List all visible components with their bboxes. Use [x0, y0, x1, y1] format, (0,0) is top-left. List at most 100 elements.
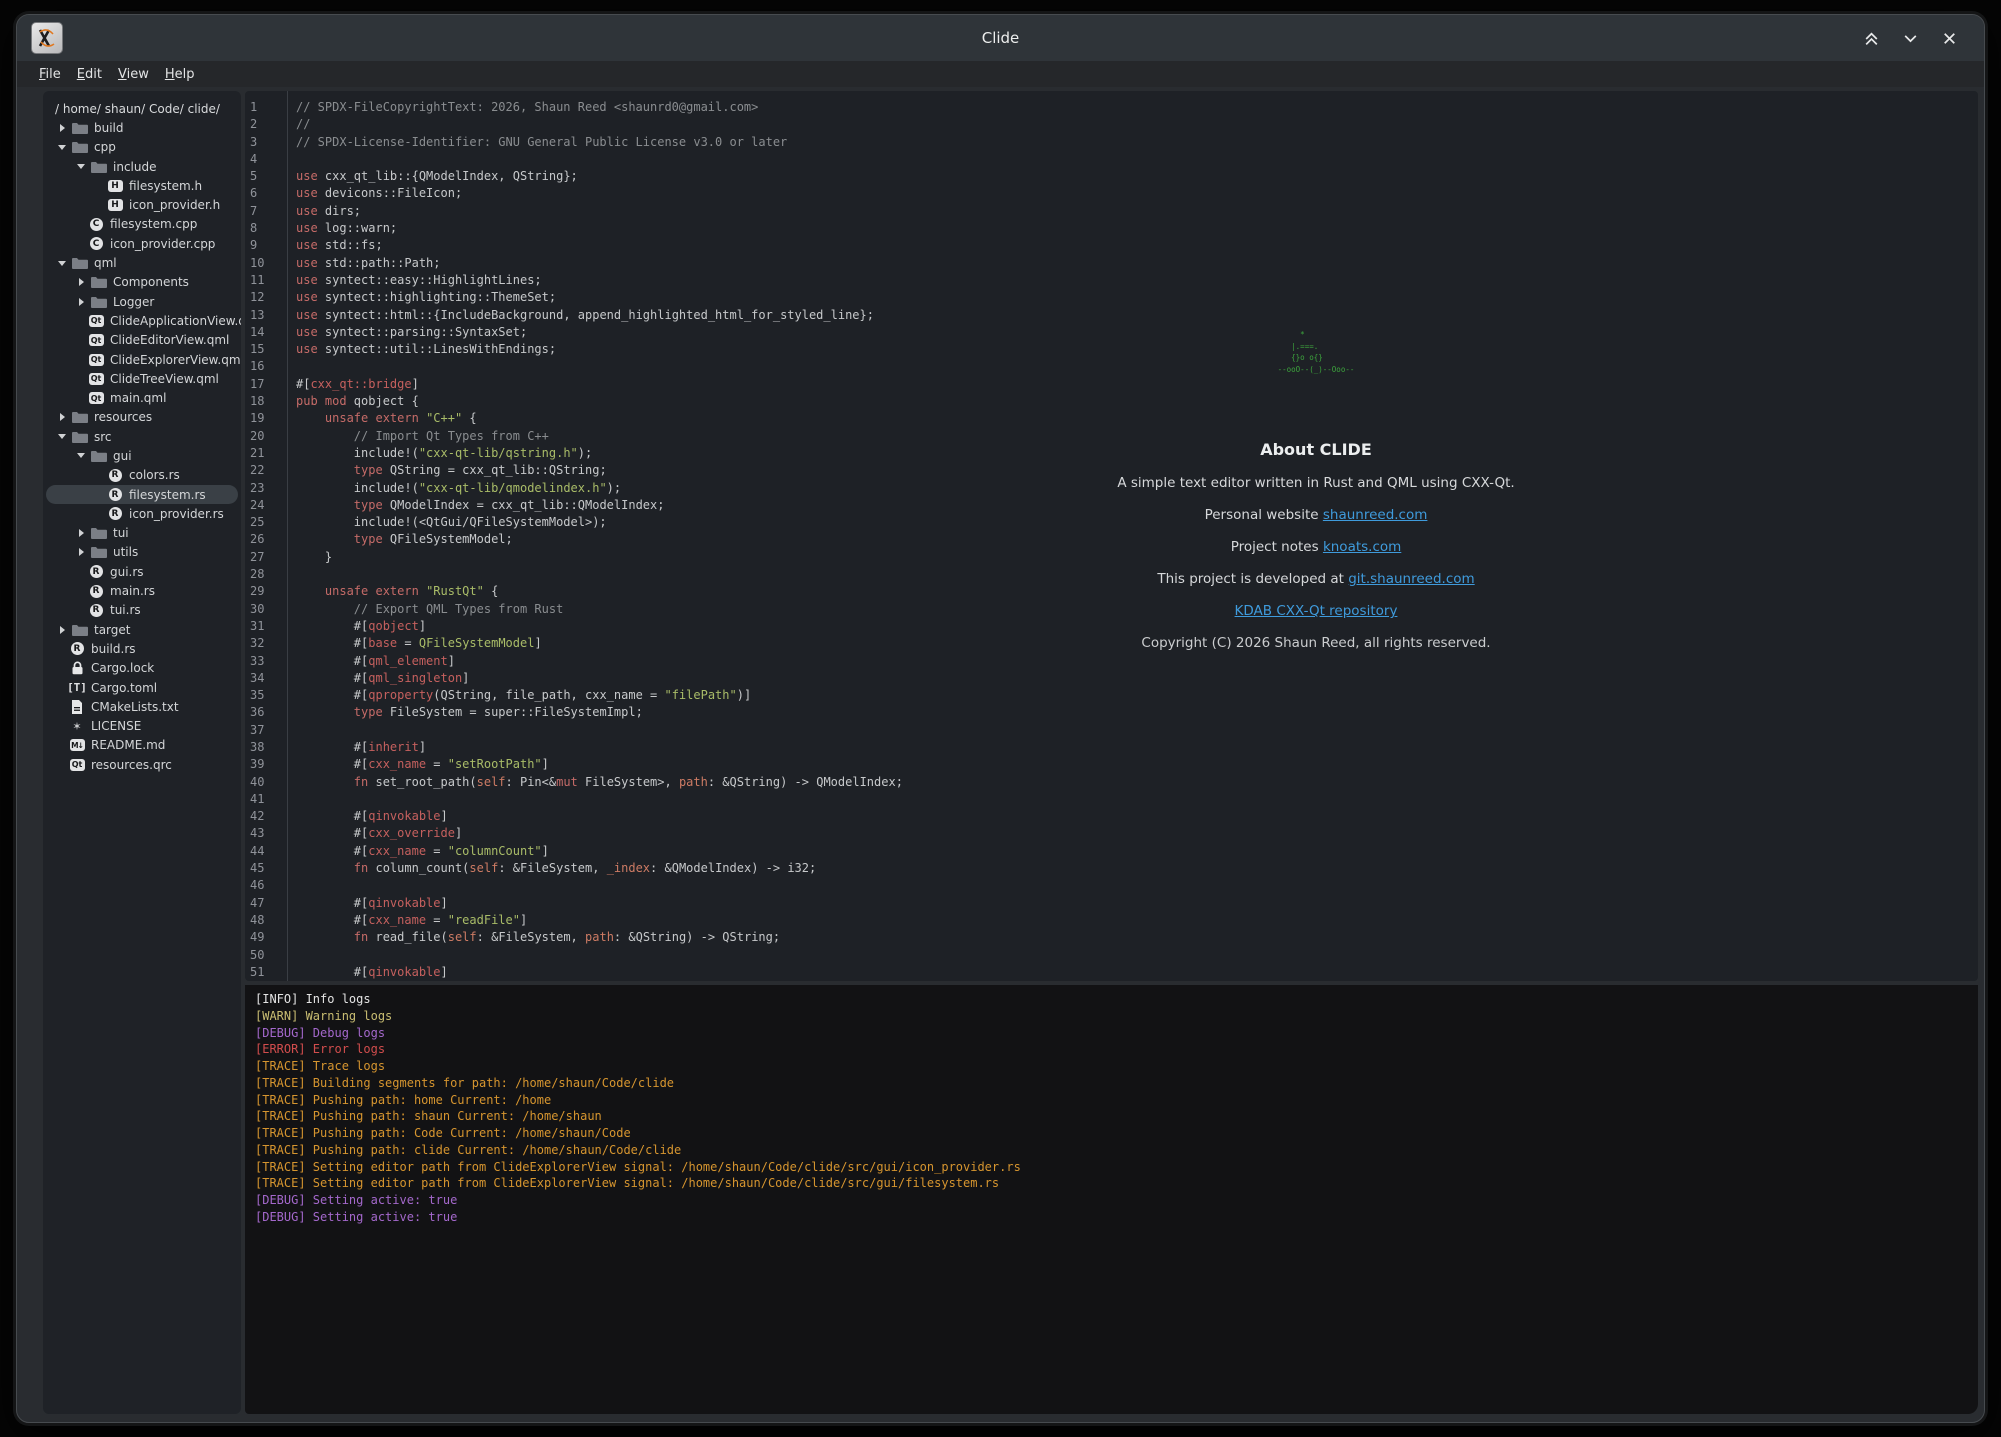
tree-item-filesystem.rs[interactable]: Rfilesystem.rs — [46, 485, 238, 504]
tree-item-utils[interactable]: utils — [46, 543, 238, 562]
tree-item-gui.rs[interactable]: Rgui.rs — [46, 562, 238, 581]
folder-icon — [72, 256, 88, 270]
code-line: #[cxx_name = "readFile"] — [296, 912, 1978, 929]
line-number: 46 — [245, 877, 287, 894]
line-number: 4 — [245, 151, 287, 168]
tree-item-ClideApplicationView.qml[interactable]: QtClideApplicationView.qml — [46, 311, 238, 330]
menu-item-file[interactable]: File — [31, 67, 69, 82]
tree-item-cpp[interactable]: cpp — [46, 138, 238, 157]
tree-item-ClideExplorerView.qml[interactable]: QtClideExplorerView.qml — [46, 350, 238, 369]
tree-item-resources[interactable]: resources — [46, 408, 238, 427]
chevron-down-icon[interactable] — [76, 451, 86, 461]
project-notes-link[interactable]: knoats.com — [1323, 539, 1401, 555]
tree-item-gui[interactable]: gui — [46, 446, 238, 465]
line-number: 50 — [245, 947, 287, 964]
code-line — [296, 151, 1978, 168]
code-line: // SPDX-License-Identifier: GNU General … — [296, 134, 1978, 151]
git-repo-link[interactable]: git.shaunreed.com — [1348, 571, 1474, 587]
tree-item-resources.qrc[interactable]: Qtresources.qrc — [46, 755, 238, 774]
line-number: 13 — [245, 307, 287, 324]
tree-item-Cargo.toml[interactable]: [T]Cargo.toml — [46, 678, 238, 697]
line-numbers: 1234567891011121314151617181920212223242… — [245, 91, 288, 981]
minimize-button[interactable] — [1898, 26, 1923, 51]
log-line: [DEBUG] Setting active: true — [255, 1209, 1968, 1226]
code-line: use log::warn; — [296, 220, 1978, 237]
tree-item-LICENSE[interactable]: ✶LICENSE — [46, 717, 238, 736]
chevron-right-icon[interactable] — [76, 277, 86, 287]
folder-icon — [91, 526, 107, 540]
tree-item-filesystem.h[interactable]: Hfilesystem.h — [46, 176, 238, 195]
chevron-down-icon[interactable] — [76, 162, 86, 172]
tree-item-Logger[interactable]: Logger — [46, 292, 238, 311]
tree-item-ClideEditorView.qml[interactable]: QtClideEditorView.qml — [46, 331, 238, 350]
tree-item-build[interactable]: build — [46, 118, 238, 137]
line-number: 15 — [245, 341, 287, 358]
close-button[interactable] — [1937, 26, 1962, 51]
tree-item-icon_provider.rs[interactable]: Ricon_provider.rs — [46, 504, 238, 523]
chevron-right-icon[interactable] — [57, 412, 67, 422]
tree-item-colors.rs[interactable]: Rcolors.rs — [46, 466, 238, 485]
tree-item-tui.rs[interactable]: Rtui.rs — [46, 601, 238, 620]
line-number: 1 — [245, 99, 287, 116]
menu-item-edit[interactable]: Edit — [69, 67, 110, 82]
chevron-right-icon[interactable] — [76, 547, 86, 557]
tree-item-README.md[interactable]: M↓README.md — [46, 736, 238, 755]
chevron-right-icon[interactable] — [57, 625, 67, 635]
tree-item-CMakeLists.txt[interactable]: CMakeLists.txt — [46, 697, 238, 716]
qt-file-icon: Qt — [88, 333, 104, 347]
code-line: #[cxx_name = "columnCount"] — [296, 843, 1978, 860]
menubar: FileEditViewHelp — [17, 61, 1984, 87]
tree-item-main.qml[interactable]: Qtmain.qml — [46, 388, 238, 407]
line-number: 26 — [245, 531, 287, 548]
line-number: 33 — [245, 653, 287, 670]
chevron-right-icon[interactable] — [76, 528, 86, 538]
shade-button[interactable] — [1859, 26, 1884, 51]
line-number: 36 — [245, 704, 287, 721]
tree-item-ClideTreeView.qml[interactable]: QtClideTreeView.qml — [46, 369, 238, 388]
code-line: fn read_file(self: &FileSystem, path: &Q… — [296, 929, 1978, 946]
tree-item-filesystem.cpp[interactable]: Cfilesystem.cpp — [46, 215, 238, 234]
tree-item-Components[interactable]: Components — [46, 273, 238, 292]
kdab-repo-link[interactable]: KDAB CXX-Qt repository — [1235, 603, 1398, 619]
rust-file-icon: R — [88, 584, 104, 598]
rust-file-icon: R — [88, 565, 104, 579]
line-number: 29 — [245, 583, 287, 600]
chevron-right-icon[interactable] — [57, 123, 67, 133]
chevron-right-icon[interactable] — [76, 297, 86, 307]
folder-icon — [91, 275, 107, 289]
license-star-icon: ✶ — [69, 719, 85, 733]
tree-item-tui[interactable]: tui — [46, 524, 238, 543]
editor-pane[interactable]: 1234567891011121314151617181920212223242… — [245, 91, 1978, 981]
tree-item-main.rs[interactable]: Rmain.rs — [46, 581, 238, 600]
code-line: #[qinvokable] — [296, 895, 1978, 912]
line-number: 43 — [245, 825, 287, 842]
line-number: 14 — [245, 324, 287, 341]
titlebar[interactable]: Clide — [17, 15, 1984, 61]
code-line: use syntect::highlighting::ThemeSet; — [296, 289, 1978, 306]
code-line: use syntect::easy::HighlightLines; — [296, 272, 1978, 289]
menu-item-view[interactable]: View — [110, 67, 157, 82]
tree-item-icon_provider.h[interactable]: Hicon_provider.h — [46, 195, 238, 214]
chevron-down-icon[interactable] — [57, 432, 67, 442]
personal-website-link[interactable]: shaunreed.com — [1323, 507, 1428, 523]
code-line: use dirs; — [296, 203, 1978, 220]
text-file-icon — [69, 700, 85, 714]
line-number: 45 — [245, 860, 287, 877]
log-line: [WARN] Warning logs — [255, 1008, 1968, 1025]
line-number: 32 — [245, 635, 287, 652]
menu-item-help[interactable]: Help — [157, 67, 203, 82]
tree-item-src[interactable]: src — [46, 427, 238, 446]
tree-item-Cargo.lock[interactable]: Cargo.lock — [46, 659, 238, 678]
tree-item-qml[interactable]: qml — [46, 253, 238, 272]
code-line: type FileSystem = super::FileSystemImpl; — [296, 704, 1978, 721]
code-line: fn column_count(self: &FileSystem, _inde… — [296, 860, 1978, 877]
tree-item-icon_provider.cpp[interactable]: Cicon_provider.cpp — [46, 234, 238, 253]
tree-item-build.rs[interactable]: Rbuild.rs — [46, 639, 238, 658]
line-number: 23 — [245, 480, 287, 497]
chevron-down-icon[interactable] — [57, 258, 67, 268]
tree-item-include[interactable]: include — [46, 157, 238, 176]
log-line: [TRACE] Setting editor path from ClideEx… — [255, 1159, 1968, 1176]
tree-item-target[interactable]: target — [46, 620, 238, 639]
chevron-down-icon[interactable] — [57, 142, 67, 152]
folder-icon — [91, 160, 107, 174]
